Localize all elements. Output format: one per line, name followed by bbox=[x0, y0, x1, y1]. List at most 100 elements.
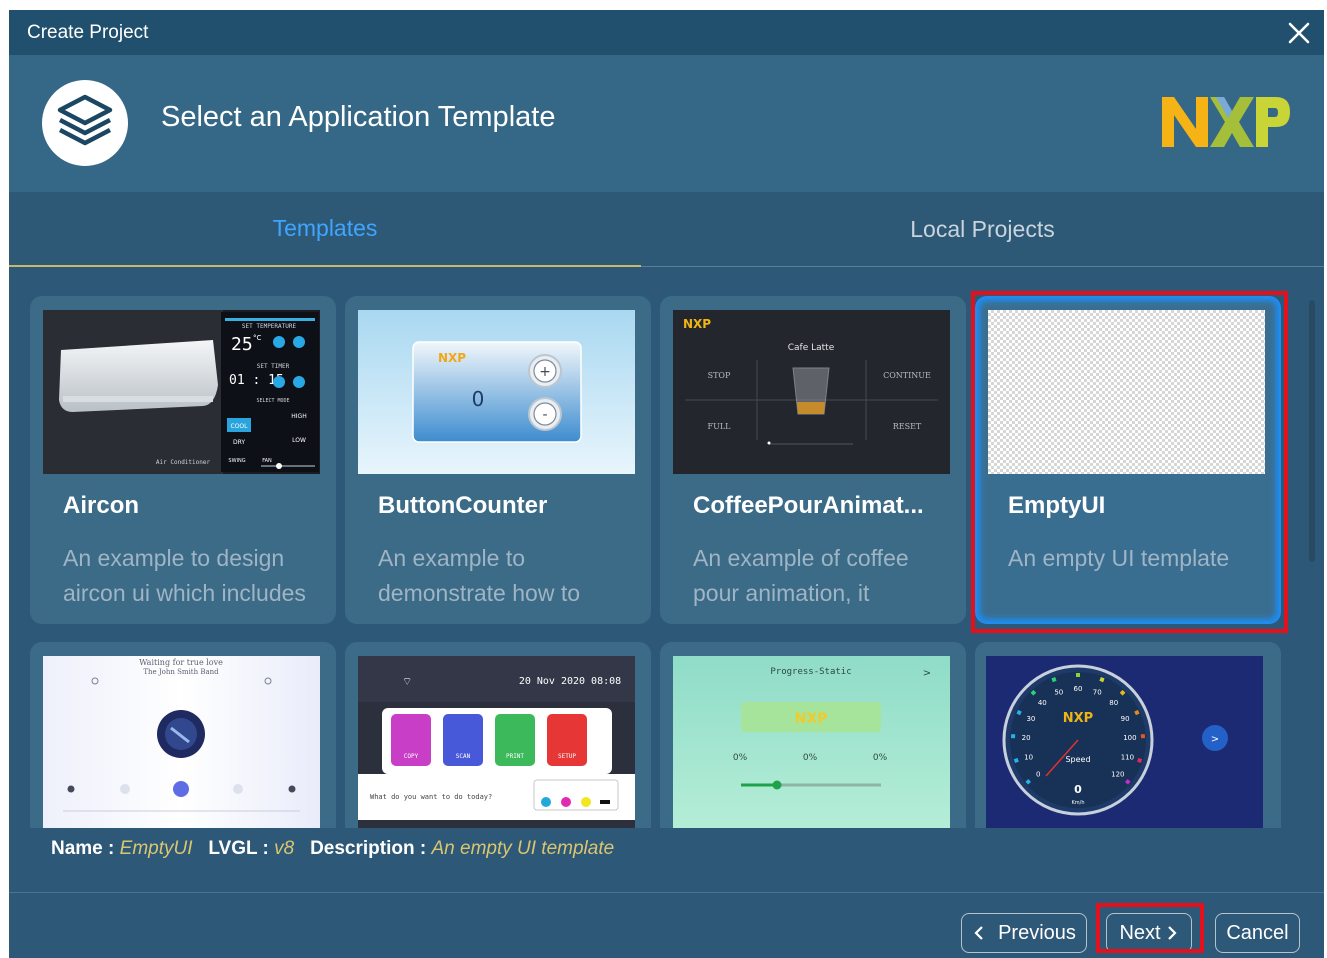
dialog-footer: Previous Next Cancel bbox=[9, 892, 1324, 958]
buttoncounter-count: 0 bbox=[472, 387, 485, 411]
aircon-temp-unit: °C bbox=[253, 334, 262, 342]
aircon-mode-dry: DRY bbox=[233, 439, 245, 446]
progress-pct1: 0% bbox=[733, 753, 748, 763]
coffee-stop: STOP bbox=[708, 371, 731, 380]
speedometer-value: 0 bbox=[1074, 783, 1082, 796]
window-title: Create Project bbox=[27, 22, 149, 43]
speedometer-tick-mark bbox=[1016, 709, 1022, 716]
nxp-logo bbox=[1162, 97, 1290, 147]
printer-setup: SETUP bbox=[558, 753, 576, 760]
speedometer-arrow: > bbox=[1211, 734, 1219, 745]
progress-pct3: 0% bbox=[873, 753, 888, 763]
template-description: An example of coffee pour animation, it bbox=[693, 545, 909, 606]
speedometer-tick-label: 10 bbox=[1024, 753, 1033, 761]
music-title: Waiting for true love bbox=[139, 658, 223, 667]
template-card-progress[interactable]: Progress-Static > NXP 0% 0% 0% bbox=[660, 642, 966, 828]
speedometer-tick-mark bbox=[1051, 677, 1057, 683]
template-description: An example to demonstrate how to bbox=[378, 545, 581, 606]
coffee-reset: RESET bbox=[893, 422, 922, 431]
speedometer-tick-mark bbox=[1025, 778, 1032, 785]
page-title: Select an Application Template bbox=[161, 101, 556, 133]
coffee-logo: NXP bbox=[683, 317, 711, 331]
template-card-buttoncounter[interactable]: NXP 0 + - ButtonCounter An example to de… bbox=[345, 296, 651, 624]
description-value: An empty UI template bbox=[431, 838, 615, 859]
close-icon[interactable] bbox=[1286, 20, 1312, 46]
aircon-thumbnail: SET TEMPERATURE 25 °C SET TIMER 01 : 15 … bbox=[43, 310, 320, 474]
speedometer-tick-label: 0 bbox=[1036, 770, 1040, 778]
tab-bar: Templates Local Projects bbox=[9, 192, 1324, 267]
printer-scan: SCAN bbox=[456, 753, 471, 760]
speedometer-tick-label: 80 bbox=[1109, 699, 1118, 707]
tab-templates[interactable]: Templates bbox=[9, 192, 641, 267]
aircon-temp: 25 bbox=[231, 334, 253, 355]
emptyui-thumbnail bbox=[988, 310, 1265, 474]
aircon-temp-label: SET TEMPERATURE bbox=[242, 323, 297, 330]
speedometer-unit: Km/h bbox=[1071, 800, 1084, 806]
music-thumbnail: Waiting for true love The John Smith Ban… bbox=[43, 656, 320, 828]
printer-copy: COPY bbox=[404, 753, 419, 760]
speedometer-tick-label: 100 bbox=[1123, 734, 1136, 742]
next-label: Next bbox=[1119, 921, 1161, 944]
template-name: Aircon bbox=[63, 492, 140, 519]
lvgl-value: v8 bbox=[274, 838, 295, 859]
speedometer-tick-label: 60 bbox=[1074, 685, 1083, 693]
name-label: Name : bbox=[51, 838, 115, 859]
speedometer-tick-mark bbox=[1099, 677, 1105, 683]
template-card-aircon[interactable]: SET TEMPERATURE 25 °C SET TIMER 01 : 15 … bbox=[30, 296, 336, 624]
music-artist: The John Smith Band bbox=[143, 668, 219, 676]
speedometer-tick-label: 40 bbox=[1038, 699, 1047, 707]
template-card-printer[interactable]: ⌔ 20 Nov 2020 08:08 COPY SCAN PRINT SETU… bbox=[345, 642, 651, 828]
template-card-coffeepour[interactable]: NXP Cafe Latte STOP CONTINUE FULL RESET … bbox=[660, 296, 966, 624]
progress-title: Progress-Static bbox=[770, 667, 851, 677]
speedometer-thumbnail: 0 10 20 30 40 50 60 70 80 90 100 110 120 NXP Speed 0… bbox=[986, 656, 1263, 828]
speedometer-label: Speed bbox=[1065, 755, 1090, 764]
speedometer-tick-label: 110 bbox=[1121, 753, 1134, 761]
template-name: ButtonCounter bbox=[378, 492, 548, 519]
printer-prompt: What do you want to do today? bbox=[370, 793, 492, 801]
grid-scrollbar[interactable] bbox=[1309, 300, 1315, 562]
template-description: An example to design aircon ui which inc… bbox=[63, 545, 306, 606]
layers-icon bbox=[42, 80, 128, 166]
buttoncounter-thumbnail: NXP 0 + - bbox=[358, 310, 635, 474]
dialog-header: Select an Application Template bbox=[9, 55, 1324, 192]
speedometer-tick-label: 70 bbox=[1093, 689, 1102, 697]
speedometer-tick-label: 120 bbox=[1111, 770, 1124, 778]
svg-text:⌔: ⌔ bbox=[402, 675, 412, 688]
description-label: Description : bbox=[310, 838, 427, 859]
speedometer-tick-mark bbox=[1030, 689, 1037, 696]
speedometer-tick-label: 30 bbox=[1026, 715, 1035, 723]
template-grid: SET TEMPERATURE 25 °C SET TIMER 01 : 15 … bbox=[9, 268, 1324, 828]
previous-button[interactable]: Previous bbox=[961, 913, 1087, 953]
create-project-dialog: Create Project Select an Application Tem… bbox=[9, 10, 1324, 958]
template-card-speedometer[interactable]: 0 10 20 30 40 50 60 70 80 90 100 110 120 NXP Speed 0… bbox=[975, 642, 1281, 828]
next-button[interactable]: Next bbox=[1106, 913, 1192, 953]
progress-pct2: 0% bbox=[803, 753, 818, 763]
coffee-title: Cafe Latte bbox=[788, 343, 835, 353]
template-card-music[interactable]: Waiting for true love The John Smith Ban… bbox=[30, 642, 336, 828]
aircon-timer-label: SET TIMER bbox=[257, 363, 290, 370]
aircon-footer-label: Air Conditioner bbox=[156, 459, 211, 466]
aircon-fan-high: HIGH bbox=[291, 413, 306, 420]
chevron-right-icon bbox=[1167, 926, 1177, 940]
template-name: EmptyUI bbox=[1008, 492, 1106, 519]
tab-local-projects[interactable]: Local Projects bbox=[641, 192, 1324, 267]
progress-arrow: > bbox=[923, 668, 931, 679]
speedometer-tick-mark bbox=[1119, 689, 1126, 696]
aircon-fan: FAN bbox=[262, 458, 272, 464]
name-value: EmptyUI bbox=[119, 838, 193, 859]
speedometer-tick-mark bbox=[1137, 757, 1143, 763]
title-bar: Create Project bbox=[9, 10, 1324, 55]
aircon-fan-low: LOW bbox=[292, 437, 306, 444]
printer-thumbnail: ⌔ 20 Nov 2020 08:08 COPY SCAN PRINT SETU… bbox=[358, 656, 635, 828]
previous-label: Previous bbox=[998, 921, 1076, 944]
progress-logo: NXP bbox=[795, 711, 828, 727]
coffeepour-thumbnail: NXP Cafe Latte STOP CONTINUE FULL RESET bbox=[673, 310, 950, 474]
progress-thumbnail: Progress-Static > NXP 0% 0% 0% bbox=[673, 656, 950, 828]
cancel-button[interactable]: Cancel bbox=[1215, 913, 1300, 953]
buttoncounter-plus: + bbox=[539, 364, 551, 380]
coffee-full: FULL bbox=[708, 422, 732, 431]
buttoncounter-minus: - bbox=[542, 407, 547, 423]
lvgl-label: LVGL : bbox=[208, 838, 269, 859]
template-card-emptyui[interactable]: EmptyUI An empty UI template bbox=[975, 296, 1281, 624]
aircon-mode-label: SELECT MODE bbox=[256, 398, 289, 404]
